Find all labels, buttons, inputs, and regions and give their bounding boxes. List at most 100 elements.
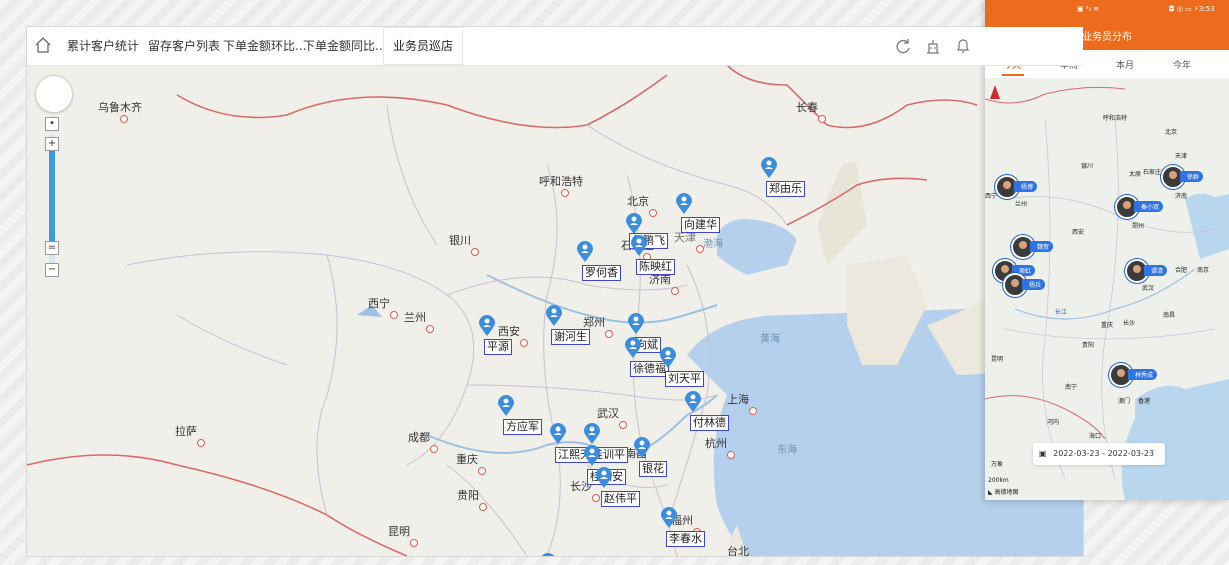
phone-city-label: 石家庄 (1143, 169, 1162, 176)
city-label: 乌鲁木齐 (98, 99, 142, 123)
avatar-name-label[interactable]: 魏贺 (1030, 241, 1054, 252)
zoom-in-button[interactable]: + (45, 137, 59, 151)
location-pin-icon[interactable] (660, 507, 678, 529)
city-label: 拉萨 (175, 423, 205, 447)
location-pin-icon[interactable] (497, 395, 515, 417)
location-pin-icon[interactable] (583, 423, 601, 445)
phone-city-label: 银川 (1081, 163, 1094, 170)
active-tab-indicator (1002, 74, 1024, 76)
salesman-label[interactable]: 谢河生 (551, 329, 590, 345)
location-pin-icon[interactable] (478, 315, 496, 337)
avatar-name-label[interactable]: 徐群 (1180, 171, 1204, 182)
salesman-label[interactable]: 刘天平 (665, 371, 704, 387)
tab-salesman-patrol[interactable]: 业务员巡店 (383, 27, 463, 65)
phone-map[interactable]: 呼和浩特 北京 天津 银川 太原 石家庄 济南 西宁 兰州 郑州 西安 合肥 南京 武汉 重庆 长沙 南昌 贵阳昆… (985, 79, 1229, 500)
phone-city-label: 天津 (1175, 153, 1188, 160)
location-pin-icon[interactable] (760, 157, 778, 179)
city-dot (426, 325, 434, 333)
city-dot (671, 287, 679, 295)
zoom-out-button[interactable]: − (45, 263, 59, 277)
phone-city-label: 南昌 (1163, 312, 1176, 319)
location-pin-icon[interactable] (659, 347, 677, 369)
avatar-name-label[interactable]: 谭清 (1144, 265, 1168, 276)
zoom-reset-button[interactable]: • (45, 117, 59, 131)
location-pin-icon[interactable] (595, 467, 613, 489)
zoom-level-fill (49, 149, 55, 245)
phone-city-label: 呼和浩特 (1103, 115, 1128, 122)
location-pin-icon[interactable] (684, 391, 702, 413)
avatar-name-label[interactable]: 杨兵 (1022, 279, 1046, 290)
tab-this-month[interactable]: 本月 (1116, 58, 1134, 71)
date-range-picker[interactable]: ▣ 2022-03-23 - 2022-03-23 (1033, 443, 1165, 465)
tab-order-amount-mom[interactable]: 下单金额环比... (223, 27, 306, 65)
city-label: 西宁 (368, 295, 398, 319)
phone-city-label: 北京 (1165, 129, 1178, 136)
phone-city-label: 昆明 (991, 356, 1004, 363)
city-dot (605, 330, 613, 338)
location-pin-icon[interactable] (630, 235, 648, 257)
salesman-label[interactable]: 赵伟平 (601, 491, 640, 507)
salesman-label[interactable]: 平源 (484, 339, 512, 355)
city-dot (619, 421, 627, 429)
phone-city-label: 海口 (1089, 433, 1102, 440)
phone-city-label: 济南 (1175, 193, 1188, 200)
phone-city-label: 西安 (1072, 229, 1085, 236)
avatar-name-label[interactable]: 杨博 (1014, 181, 1038, 192)
location-pin-icon[interactable] (549, 423, 567, 445)
tab-bar: 累计客户统计 留存客户列表 下单金额环比... 下单金额同比... 业务员巡店 (27, 27, 1083, 66)
location-pin-icon[interactable] (675, 193, 693, 215)
mobile-preview: ▣ ᵃᵢₗ ≋ ◘ ◎ ▭ ⚡3:53 业务员分布 今天 本周 本月 今年 呼和… (985, 0, 1229, 500)
salesman-label[interactable]: 方应军 (503, 419, 542, 435)
home-icon[interactable] (33, 35, 53, 55)
city-label: 呼和浩特 (539, 173, 583, 197)
refresh-icon[interactable] (893, 36, 913, 56)
location-pin-icon[interactable] (627, 313, 645, 335)
location-pin-icon[interactable] (545, 305, 563, 327)
location-pin-icon[interactable] (576, 241, 594, 263)
building-icon[interactable] (923, 36, 943, 56)
city-dot (390, 311, 398, 319)
salesman-label[interactable]: 郑由乐 (766, 181, 805, 197)
status-right: ◘ ◎ ▭ ⚡3:53 (1169, 5, 1215, 13)
city-label: 重庆 (456, 451, 486, 475)
salesman-label[interactable]: 向建华 (681, 217, 720, 233)
zoom-slider-handle[interactable]: = (45, 241, 59, 255)
avatar-name-label[interactable]: 林秀成 (1128, 369, 1158, 380)
sea-label: 黄海 (760, 334, 780, 345)
phone-city-label: 合肥 (1175, 267, 1188, 274)
city-label: 贵阳 (457, 487, 487, 511)
city-dot (120, 115, 128, 123)
status-bar: ▣ ᵃᵢₗ ≋ ◘ ◎ ▭ ⚡3:53 (985, 0, 1229, 16)
phone-city-label: 重庆 (1101, 322, 1114, 329)
city-dot (410, 539, 418, 547)
city-label: 长春 (796, 99, 826, 123)
location-pin-icon[interactable] (583, 445, 601, 467)
salesman-label[interactable]: 李春水 (666, 531, 705, 547)
bell-icon[interactable] (953, 36, 973, 56)
phone-city-label: 武汉 (1142, 285, 1155, 292)
city-label: 上海 (727, 391, 757, 415)
salesman-label[interactable]: 付林德 (690, 415, 729, 431)
location-pin-icon[interactable] (625, 213, 643, 235)
city-dot (592, 494, 600, 502)
location-pin-icon[interactable] (539, 553, 557, 556)
map-canvas[interactable]: • + = − 渤海 黄海 东海 乌鲁木齐 长春 呼和浩特 北京 天津 银川 石… (27, 65, 1083, 556)
avatar-name-label[interactable]: 秦小双 (1134, 201, 1164, 212)
city-dot (727, 451, 735, 459)
phone-city-label: 澳门 (1118, 398, 1131, 405)
tab-cumulative-customers[interactable]: 累计客户统计 (67, 27, 139, 65)
phone-city-label: 郑州 (1132, 223, 1145, 230)
salesman-label[interactable]: 银花 (639, 461, 667, 477)
city-dot (430, 445, 438, 453)
desktop-window: 累计客户统计 留存客户列表 下单金额环比... 下单金额同比... 业务员巡店 (26, 26, 1084, 557)
salesman-label[interactable]: 陈映红 (636, 259, 675, 275)
location-pin-icon[interactable] (633, 437, 651, 459)
location-pin-icon[interactable] (624, 337, 642, 359)
tab-this-year[interactable]: 今年 (1173, 58, 1191, 71)
pan-control[interactable] (35, 75, 73, 113)
city-dot (696, 245, 704, 253)
tab-retained-customers[interactable]: 留存客户列表 (148, 27, 220, 65)
phone-city-label: 兰州 (1015, 201, 1028, 208)
tab-order-amount-yoy[interactable]: 下单金额同比... (303, 27, 386, 65)
salesman-label[interactable]: 罗何香 (582, 265, 621, 281)
